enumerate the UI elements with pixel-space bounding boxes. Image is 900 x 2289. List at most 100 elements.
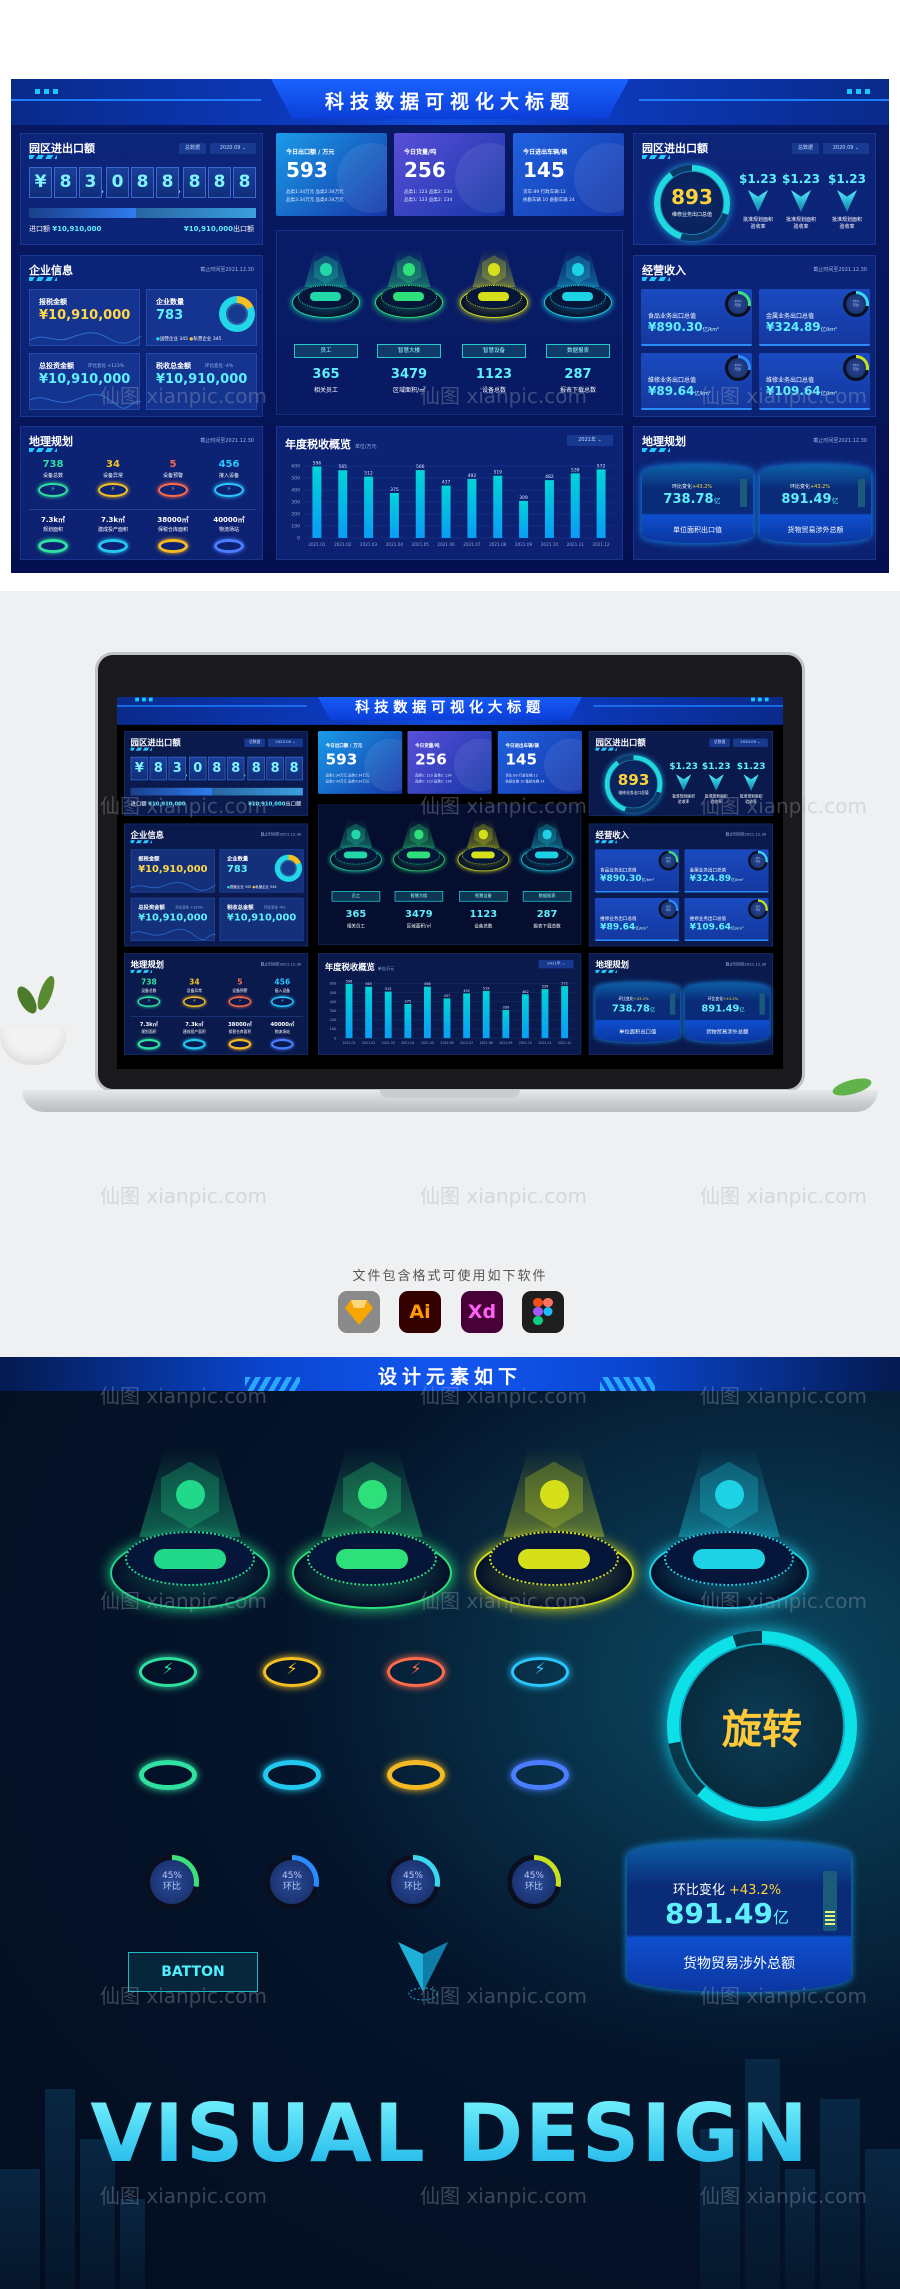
value: 738.78 xyxy=(611,1003,650,1015)
batton-button[interactable]: BATTON xyxy=(128,1952,258,1992)
bar-2021.03 xyxy=(364,476,374,538)
digit-box: 0 xyxy=(189,756,207,781)
stat-label: 设备预警 xyxy=(232,988,248,994)
xd-icon: Xd xyxy=(461,1291,503,1333)
ring-icon xyxy=(387,1760,445,1790)
value: ¥109.64 xyxy=(689,921,732,932)
x-tick-label: 2021.06 xyxy=(437,542,455,547)
area-value: 7.3k㎡ xyxy=(100,516,126,524)
state-legend: ●国营企业 345 ●私营企业 345 xyxy=(226,885,277,890)
data-label: 309 xyxy=(503,1006,510,1010)
bar-2021.02 xyxy=(338,470,348,538)
x-tick-label: 2021.03 xyxy=(360,542,378,547)
as-of-date: 截止时间至2021.12.30 xyxy=(813,438,867,444)
unit: 亿/km² xyxy=(731,926,744,932)
ring-icon xyxy=(98,539,128,553)
visual-design-banner: VISUAL DESIGN xyxy=(0,2087,900,2180)
laptop-screen: 科技数据可视化大标题 园区进出口额 总数据 2020.09 ⌄ 进口额 ¥10,… xyxy=(117,697,783,1069)
title-stripe-decoration xyxy=(595,840,617,844)
revenue-label: 维修业务出口总值 xyxy=(600,916,637,922)
date-select[interactable]: 2020.09 ⌄ xyxy=(823,143,869,154)
change-text: 环比变化+43.2% xyxy=(685,996,761,1002)
area-value: 40000㎡ xyxy=(213,516,245,524)
pedestal-button[interactable]: 智慧大楼 xyxy=(394,891,444,902)
y-tick-label: 300 xyxy=(330,1009,337,1013)
stat-label: 设备异常 xyxy=(186,988,202,994)
card-detail: 品类1: 123 品类2: 134 xyxy=(404,198,453,203)
pedestal-button[interactable]: 数据报表 xyxy=(546,344,610,358)
emblem-icon xyxy=(714,1480,744,1510)
pedestal-label: 相关员工 xyxy=(346,923,366,929)
pedestal-3 xyxy=(541,249,615,330)
x-tick-label: 2021.02 xyxy=(334,542,352,547)
stat-card: 今日进出车辆/辆 145 货车:89 行政车辆:12 执勤车辆 10 备勤车辆 24 xyxy=(497,730,582,794)
unit: 亿/km² xyxy=(731,878,744,883)
pedestal-button[interactable]: 智慧设备 xyxy=(462,344,526,358)
total-data-button[interactable]: 总数据 xyxy=(244,738,265,747)
pedestal-button[interactable]: 智慧设备 xyxy=(459,891,508,902)
bar-chart: 0 100 200 300 400 500 600 596 2021.01 565 2021.02 5… xyxy=(291,460,614,547)
pedestal-button[interactable]: 数据报表 xyxy=(522,891,572,902)
gauge-label: 环比 xyxy=(852,302,859,307)
date-select[interactable]: 2020.09 ⌄ xyxy=(210,143,256,154)
x-tick-label: 2021.07 xyxy=(463,542,481,547)
x-tick-label: 2021.10 xyxy=(519,1041,532,1045)
gauge-label: 环比 xyxy=(734,302,741,307)
ring-icon xyxy=(214,539,244,553)
pedestal-button[interactable]: 员工 xyxy=(331,891,381,902)
laptop-notch xyxy=(380,1090,520,1098)
chevron-marker-icon xyxy=(791,190,811,212)
total-data-button[interactable]: 总数据 xyxy=(792,143,819,154)
ring-icon xyxy=(38,539,68,553)
digit-box: ¥ xyxy=(29,167,52,198)
cylinder-label: 货物贸易涉外总额 xyxy=(787,526,844,534)
panel-title: 企业信息 xyxy=(29,264,73,277)
emblem-icon xyxy=(351,829,361,840)
pedestal-button[interactable]: 员工 xyxy=(294,344,358,358)
bar-2021.07 xyxy=(467,478,477,538)
digit-box: 8 xyxy=(208,756,226,781)
card-detail: 品类1:34万元 品类2:34万元 xyxy=(286,190,344,195)
data-label: 596 xyxy=(313,460,322,466)
chevron-marker-icon xyxy=(748,190,768,212)
data-label: 375 xyxy=(405,1000,412,1004)
gauge-value: 45% xyxy=(161,1871,182,1882)
title-stripe-decoration xyxy=(29,277,57,281)
decorative-bubble xyxy=(574,143,624,213)
header-dots-left xyxy=(135,697,153,702)
revenue-value: ¥89.64亿/km² xyxy=(648,384,711,398)
emblem-icon xyxy=(175,1480,205,1510)
data-label: 572 xyxy=(597,463,606,469)
cylinder-label: 货物贸易涉外总额 xyxy=(683,1956,795,1972)
emblem-icon xyxy=(571,263,585,276)
as-of-date: 截止时间至2021.12.30 xyxy=(260,832,302,838)
unit: 亿 xyxy=(831,497,839,505)
pedestal-button[interactable]: 智慧大楼 xyxy=(377,344,441,358)
pedestal-element xyxy=(103,1447,277,1636)
invest-change: 环比变化 +123% xyxy=(175,906,203,910)
chevron-down-icon: ⌄ xyxy=(757,740,761,745)
total-data-button[interactable]: 总数据 xyxy=(709,738,730,747)
unit: 亿 xyxy=(713,497,721,505)
date-select[interactable]: 2020.09 ⌄ xyxy=(267,738,303,747)
platform-pill xyxy=(344,851,368,859)
trade-panel-left: 园区进出口额 总数据 2020.09 ⌄ 进口额 ¥10,910,000 ¥10… xyxy=(20,133,263,245)
gauge-label: 环比 xyxy=(403,1881,422,1892)
cylinder-stat: 环比变化+43.2% 738.78亿 单位面积出口值 xyxy=(595,982,680,1042)
change-value: +43.2% xyxy=(809,484,831,490)
import-amount: 进口额 ¥10,910,000 xyxy=(131,800,186,808)
gauge-face: 45% 环比 xyxy=(512,1860,556,1904)
card-detail: 品类3:34万元 品类4:34万元 xyxy=(325,780,370,785)
revenue-label: 维修业务出口总值 xyxy=(766,377,815,384)
date-select[interactable]: 2020.09 ⌄ xyxy=(732,738,768,747)
title-stripe-decoration xyxy=(29,448,57,452)
revenue-card: 食品业务出口总值 ¥890.30亿/km² 45% 环比 xyxy=(594,849,680,893)
area-label: 物流场站 xyxy=(274,1029,290,1035)
geo-panel-right: 地理规划 截止时间至2021.12.30 环比变化+43.2% 738.78亿 单位… xyxy=(633,426,876,560)
bar-2021.10 xyxy=(521,994,529,1039)
wave-line xyxy=(30,394,141,409)
total-data-button[interactable]: 总数据 xyxy=(179,143,206,154)
lightning-icon: ⚡ xyxy=(146,997,151,1005)
cylinder-value: 891.49亿 xyxy=(664,1897,790,1930)
gauge: 45% 环比 xyxy=(748,899,768,920)
